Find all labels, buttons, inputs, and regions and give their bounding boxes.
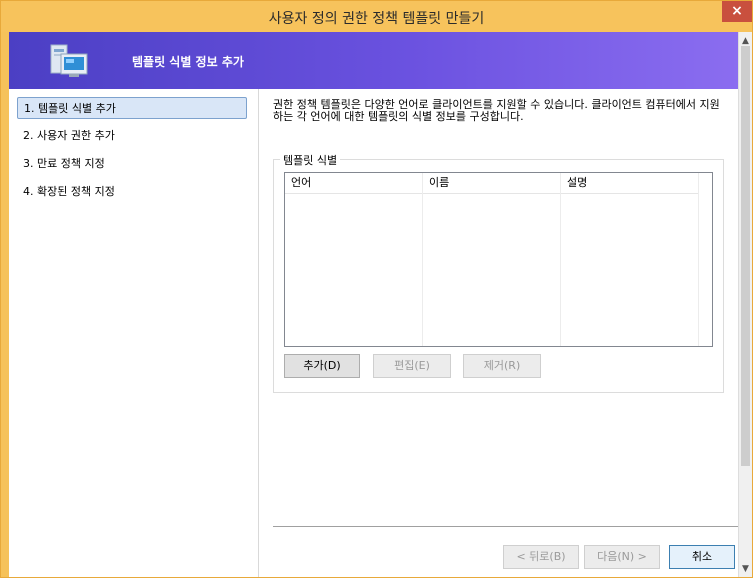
title-bar: 사용자 정의 권한 정책 템플릿 만들기 × — [1, 1, 752, 32]
scroll-up-icon[interactable]: ▲ — [742, 36, 749, 46]
footer-divider — [273, 526, 740, 527]
column-header-language[interactable]: 언어 — [285, 173, 422, 194]
content-pane: 권한 정책 템플릿은 다양한 언어로 클라이언트를 지원할 수 있습니다. 클라… — [259, 89, 740, 577]
back-button[interactable]: < 뒤로(B) — [503, 545, 579, 569]
template-identification-group: 템플릿 식별 언어 이름 설명 추가(D) 편집(E) 제거(R) — [273, 152, 724, 393]
column-header-name[interactable]: 이름 — [423, 173, 560, 194]
computer-monitor-icon — [50, 44, 88, 77]
steps-pane: 1. 템플릿 식별 추가 2. 사용자 권한 추가 3. 만료 정책 지정 4.… — [9, 89, 259, 577]
next-button[interactable]: 다음(N) > — [584, 545, 660, 569]
cancel-button[interactable]: 취소 — [669, 545, 735, 569]
column-description: 설명 — [561, 173, 699, 346]
remove-button[interactable]: 제거(R) — [463, 354, 541, 378]
add-button[interactable]: 추가(D) — [284, 354, 360, 378]
step-template-identification[interactable]: 1. 템플릿 식별 추가 — [17, 97, 247, 119]
close-button[interactable]: × — [722, 1, 752, 22]
dialog-window: 사용자 정의 권한 정책 템플릿 만들기 × 템플릿 식별 정보 추가 1. 템… — [0, 0, 753, 578]
edit-button[interactable]: 편집(E) — [373, 354, 451, 378]
header-title: 템플릿 식별 정보 추가 — [132, 55, 244, 69]
scroll-down-icon[interactable]: ▼ — [742, 564, 749, 574]
column-name: 이름 — [423, 173, 561, 346]
step-expiration-policy[interactable]: 3. 만료 정책 지정 — [17, 153, 105, 175]
wizard-header: 템플릿 식별 정보 추가 — [9, 32, 739, 89]
description-text: 권한 정책 템플릿은 다양한 언어로 클라이언트를 지원할 수 있습니다. 클라… — [273, 98, 720, 123]
group-label: 템플릿 식별 — [280, 152, 341, 168]
column-language: 언어 — [285, 173, 423, 346]
column-header-description[interactable]: 설명 — [561, 173, 698, 194]
scroll-thumb[interactable] — [741, 46, 750, 466]
vertical-scrollbar[interactable]: ▲ ▼ — [738, 32, 752, 577]
window-title: 사용자 정의 권한 정책 템플릿 만들기 — [268, 11, 485, 27]
step-extended-policy[interactable]: 4. 확장된 정책 지정 — [17, 181, 115, 203]
step-add-user-rights[interactable]: 2. 사용자 권한 추가 — [17, 125, 115, 147]
identification-list[interactable]: 언어 이름 설명 — [284, 172, 713, 347]
